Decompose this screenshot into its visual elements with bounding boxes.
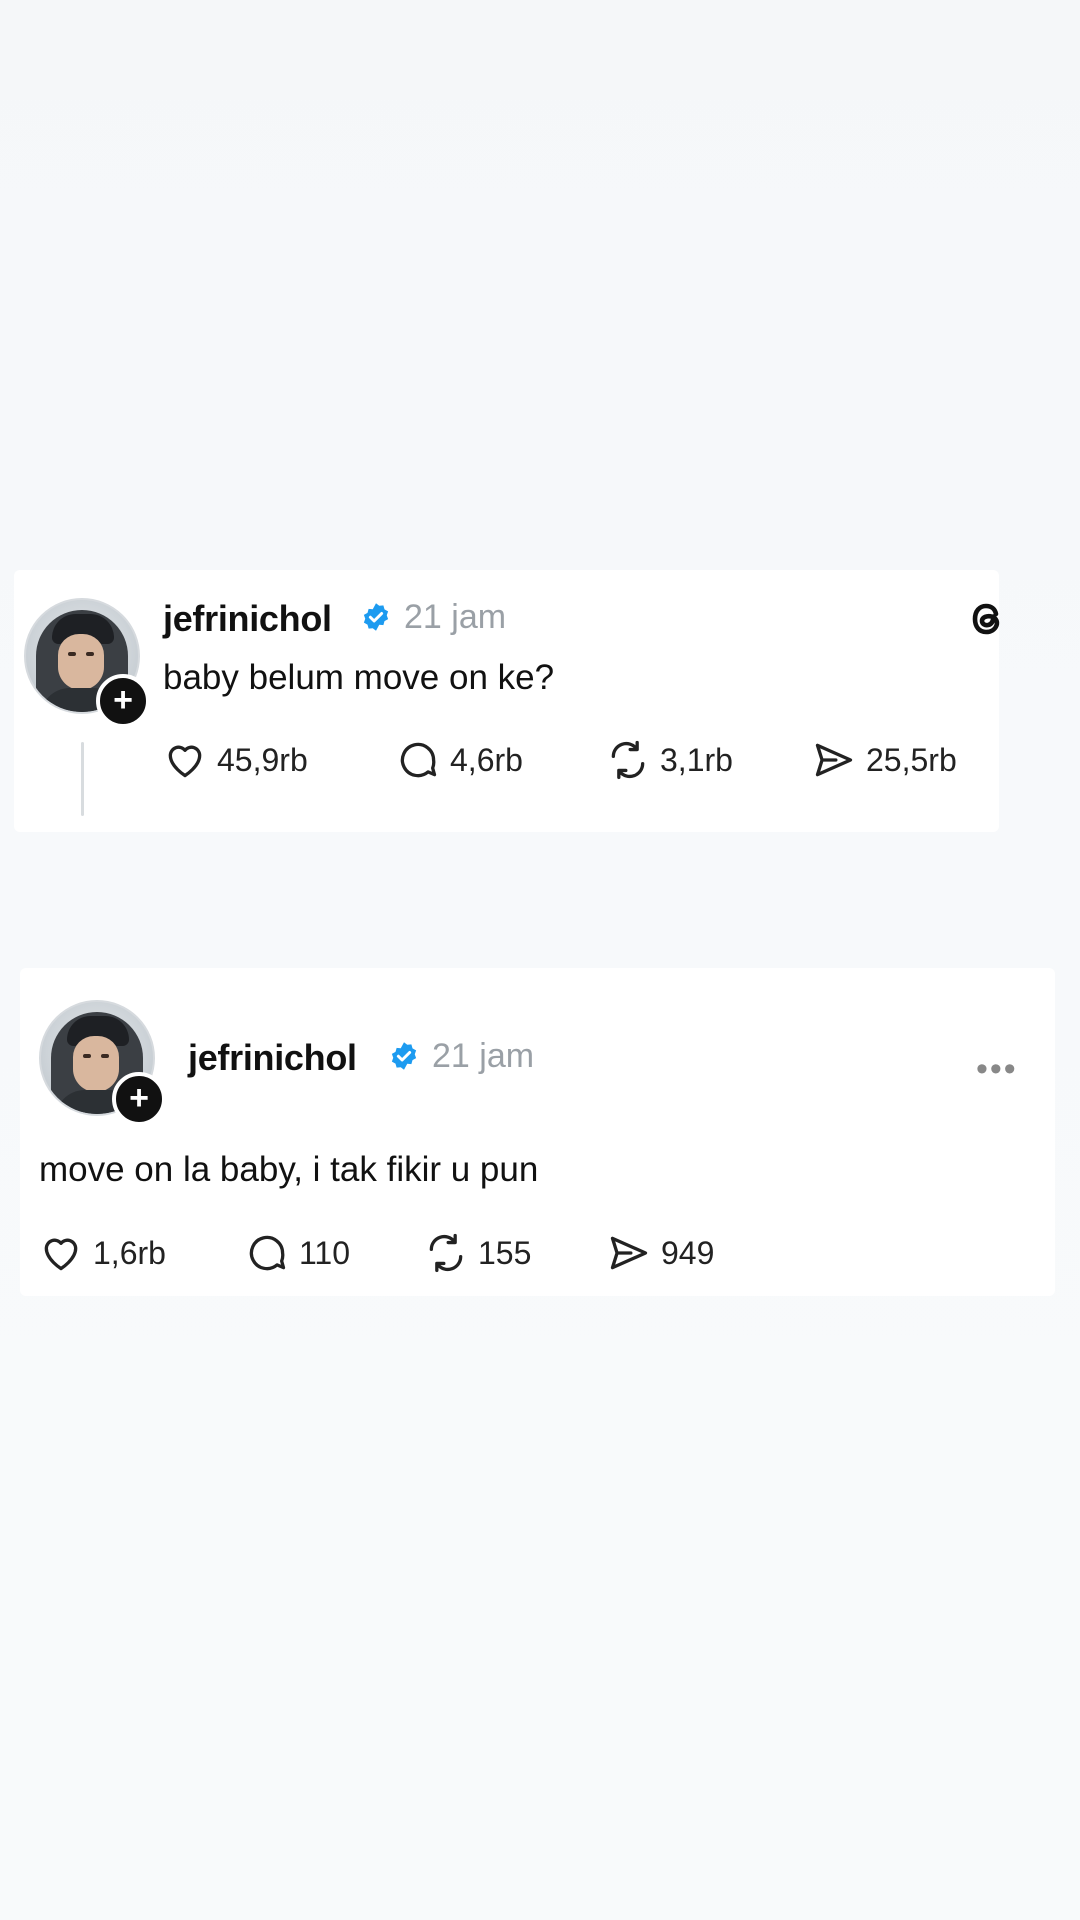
username-post-2[interactable]: jefrinichol — [188, 1037, 357, 1079]
username-post-1[interactable]: jefrinichol — [163, 598, 332, 640]
heart-icon — [44, 1238, 78, 1271]
repost-count-2: 155 — [478, 1234, 532, 1271]
share-count-1: 25,5rb — [866, 741, 957, 778]
reply-button-2[interactable]: 110 — [245, 1231, 350, 1275]
more-dots-icon[interactable]: ••• — [976, 1050, 1018, 1089]
repost-button-1[interactable]: 3,1rb — [606, 738, 733, 782]
comment-bubble-icon — [249, 1235, 286, 1271]
comment-bubble-icon — [400, 742, 437, 778]
repost-icon — [429, 1233, 463, 1273]
repost-button-2[interactable]: 155 — [424, 1231, 531, 1275]
share-button-2[interactable]: 949 — [607, 1231, 714, 1275]
like-button-1[interactable]: 45,9rb — [163, 738, 308, 782]
repost-count-1: 3,1rb — [660, 741, 733, 778]
heart-icon — [168, 745, 202, 778]
like-button-2[interactable]: 1,6rb — [39, 1231, 166, 1275]
post-time-2: 21 jam — [432, 1037, 535, 1075]
like-count-2: 1,6rb — [93, 1234, 166, 1271]
post-text-2: move on la baby, i tak fikir u pun — [39, 1150, 539, 1189]
post-text-1: baby belum move on ke? — [163, 658, 555, 697]
repost-icon — [611, 740, 645, 780]
reply-count-2: 110 — [299, 1234, 351, 1271]
share-count-2: 949 — [661, 1234, 715, 1271]
send-icon — [815, 743, 853, 777]
share-button-1[interactable]: 25,5rb — [812, 738, 957, 782]
follow-plus-icon[interactable]: + — [96, 674, 150, 728]
follow-plus-icon[interactable]: + — [112, 1072, 166, 1126]
post-card-1[interactable] — [14, 570, 999, 832]
like-count-1: 45,9rb — [217, 741, 308, 778]
threads-logo-icon[interactable] — [962, 594, 1012, 644]
verified-badge-icon — [391, 1042, 417, 1070]
post-time-1: 21 jam — [404, 598, 507, 636]
verified-badge-icon — [363, 603, 389, 631]
reply-button-1[interactable]: 4,6rb — [396, 738, 523, 782]
reply-count-1: 4,6rb — [450, 741, 523, 778]
thread-connector-line — [81, 742, 84, 816]
send-icon — [610, 1236, 648, 1270]
post-card-2[interactable] — [20, 968, 1055, 1296]
